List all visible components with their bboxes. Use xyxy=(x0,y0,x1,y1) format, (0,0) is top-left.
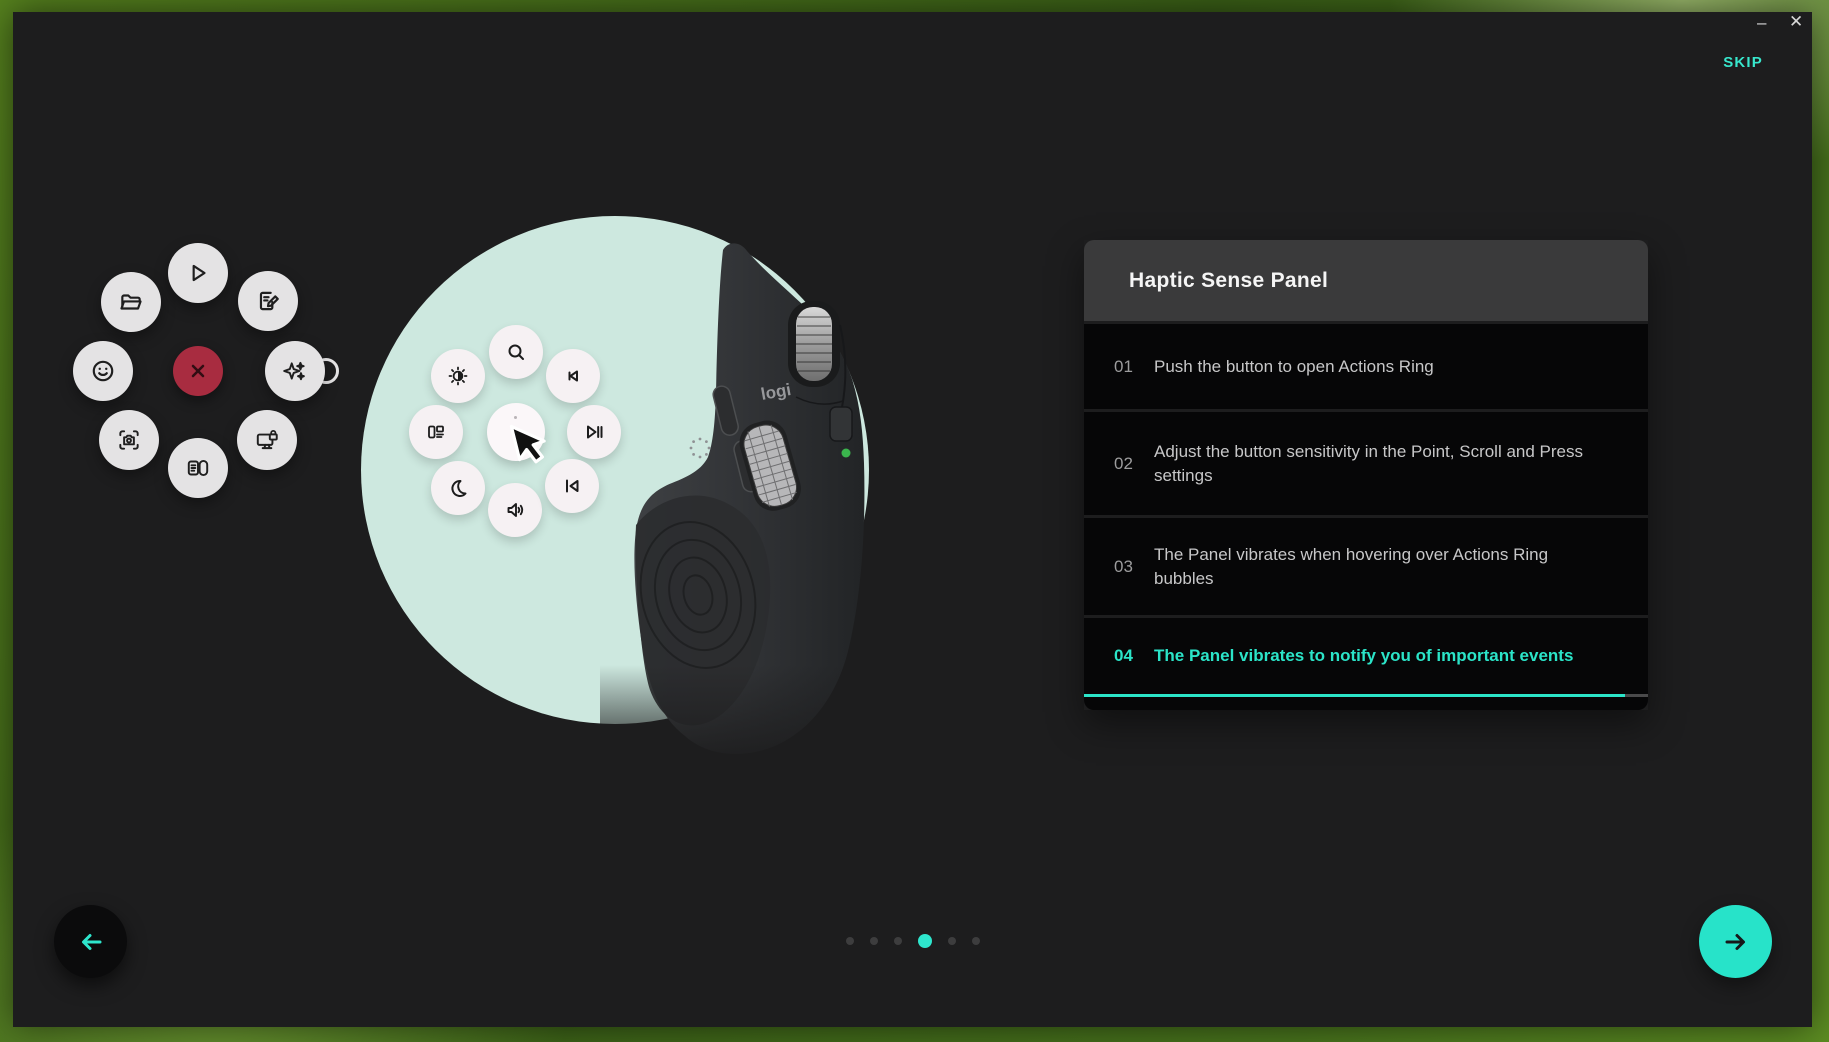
ai-sparkles-icon xyxy=(283,361,305,381)
step-text: The Panel vibrates to notify you of impo… xyxy=(1154,646,1574,665)
actions-ring-bubble-mouse-settings xyxy=(168,438,228,498)
actions-ring-bubble-emoji xyxy=(73,341,133,401)
actions-ring-bubble-ai xyxy=(265,341,325,401)
screen-lock-icon xyxy=(256,430,278,450)
pagination-dot-6[interactable] xyxy=(972,937,980,945)
volume-icon xyxy=(507,503,524,517)
dotted-circle-marker xyxy=(689,437,711,459)
close-x-icon xyxy=(191,364,205,378)
panel-title: Haptic Sense Panel xyxy=(1129,268,1329,292)
pagination-dot-5[interactable] xyxy=(948,937,956,945)
step-number: 04 xyxy=(1114,646,1133,665)
actions-ring-bubble-screenshot xyxy=(99,410,159,470)
pagination xyxy=(846,932,980,950)
night-mode-moon-icon xyxy=(451,480,467,497)
haptic-sense-panel: Haptic Sense Panel 01 Push the button to… xyxy=(1084,240,1648,710)
back-button[interactable] xyxy=(54,905,127,978)
panel-footer xyxy=(1084,697,1648,710)
media-ring-bubble-skip-previous xyxy=(546,349,600,403)
onboarding-screen: { "window": { "controls": { "minimize_gl… xyxy=(0,0,1829,1042)
pagination-dot-4-active[interactable] xyxy=(918,934,932,948)
close-icon[interactable]: ✕ xyxy=(1789,13,1803,30)
step-number: 01 xyxy=(1114,356,1133,376)
step-number: 03 xyxy=(1114,556,1133,576)
media-ring-bubble-night-mode xyxy=(431,461,485,515)
step-row-4-active: 04 The Panel vibrates to notify you of i… xyxy=(1084,618,1648,694)
note-edit-icon xyxy=(259,291,279,311)
step-row-1: 01 Push the button to open Actions Ring xyxy=(1084,324,1648,409)
search-icon xyxy=(508,344,524,360)
media-ring-bubble-skip-to-start xyxy=(545,459,599,513)
pagination-dot-3[interactable] xyxy=(894,937,902,945)
play-icon xyxy=(192,264,206,282)
media-ring-bubble-play-pause xyxy=(567,405,621,459)
next-arrow-icon xyxy=(1725,933,1745,950)
actions-ring-bubble-folder xyxy=(101,272,161,332)
step-text: Adjust the button sensitivity in the Poi… xyxy=(1154,441,1584,485)
media-ring-bubble-brightness xyxy=(431,349,485,403)
emoji-smiley-icon xyxy=(92,360,114,382)
media-ring-bubble-layout xyxy=(409,405,463,459)
minimize-icon[interactable]: – xyxy=(1757,14,1766,31)
mouse-settings-icon xyxy=(187,459,209,477)
brightness-icon xyxy=(448,366,468,386)
skip-button[interactable]: SKIP xyxy=(1703,54,1763,71)
mx-mouse-illustration: logi xyxy=(600,243,900,785)
skip-to-start-icon xyxy=(566,479,579,493)
status-led xyxy=(841,448,851,458)
center-dot-marker xyxy=(514,416,517,419)
top-shell-button xyxy=(829,406,853,442)
step-number: 02 xyxy=(1114,453,1133,473)
media-ring-bubble-search xyxy=(489,325,543,379)
screenshot-camera-icon xyxy=(119,430,139,450)
next-button[interactable] xyxy=(1699,905,1772,978)
back-arrow-icon xyxy=(81,933,101,950)
panel-header: Haptic Sense Panel xyxy=(1084,240,1648,321)
pagination-dot-2[interactable] xyxy=(870,937,878,945)
actions-ring-bubble-play xyxy=(168,243,228,303)
step-row-2: 02 Adjust the button sensitivity in the … xyxy=(1084,412,1648,515)
window-layout-icon xyxy=(428,425,444,439)
media-ring-bubble-volume xyxy=(488,483,542,537)
play-pause-icon xyxy=(587,425,603,439)
step-text: The Panel vibrates when hovering over Ac… xyxy=(1154,544,1549,588)
step-row-3: 03 The Panel vibrates when hovering over… xyxy=(1084,518,1648,615)
step-text: Push the button to open Actions Ring xyxy=(1154,356,1434,376)
folder-icon xyxy=(120,294,142,310)
pagination-dot-1[interactable] xyxy=(846,937,854,945)
actions-ring-close-button xyxy=(173,346,223,396)
skip-previous-icon xyxy=(568,370,578,382)
actions-ring-bubble-note xyxy=(238,271,298,331)
actions-ring-bubble-lock-screen xyxy=(237,410,297,470)
